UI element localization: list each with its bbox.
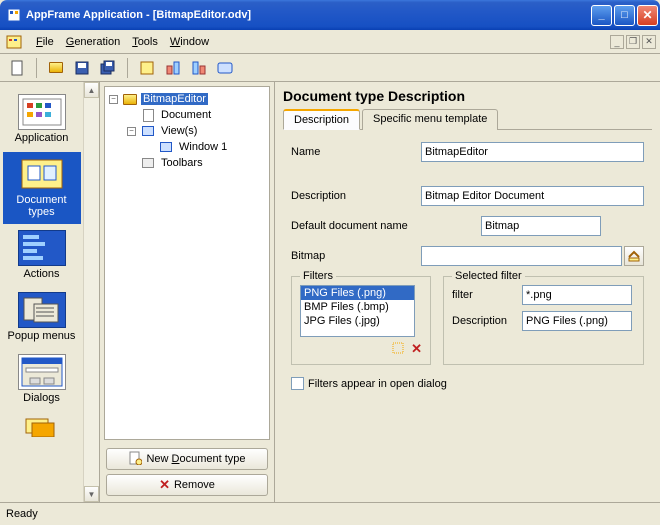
filters-fieldset: Filters PNG Files (.png) BMP Files (.bmp…	[291, 276, 431, 365]
rail-label: Dialogs	[23, 392, 60, 404]
tabs: Description Specific menu template	[283, 108, 652, 130]
wizard2-icon[interactable]	[188, 57, 210, 79]
rail-label: Application	[15, 132, 69, 144]
mdi-restore-button[interactable]: ❐	[626, 35, 640, 49]
rail-item-dialogs[interactable]: Dialogs	[3, 350, 81, 410]
popup-menus-icon	[18, 292, 66, 328]
tree-node-window1[interactable]: Window 1	[109, 139, 265, 155]
workspace: Application Document types Actions Popup…	[0, 82, 660, 502]
application-icon	[18, 94, 66, 130]
maximize-button[interactable]: □	[614, 5, 635, 26]
scroll-up-button[interactable]: ▲	[84, 82, 99, 98]
default-doc-name-label: Default document name	[291, 220, 481, 232]
tab-specific-menu[interactable]: Specific menu template	[362, 109, 498, 130]
statusbar: Ready	[0, 502, 660, 524]
rail-item-actions[interactable]: Actions	[3, 226, 81, 286]
tree-panel: − BitmapEditor Document − View(s) Window…	[100, 82, 275, 502]
scroll-down-button[interactable]: ▼	[84, 486, 99, 502]
properties-panel: Document type Description Description Sp…	[275, 82, 660, 502]
toolbars-icon	[140, 156, 156, 170]
rail-label: Document types	[5, 194, 79, 218]
app-icon	[6, 7, 22, 23]
bitmap-label: Bitmap	[291, 250, 421, 262]
titlebar: AppFrame Application - [BitmapEditor.odv…	[0, 0, 660, 30]
rail-label: Actions	[23, 268, 59, 280]
rail-item-application[interactable]: Application	[3, 90, 81, 150]
tree-node-document[interactable]: Document	[109, 107, 265, 123]
collapse-icon[interactable]: −	[109, 95, 118, 104]
browse-bitmap-button[interactable]	[624, 246, 644, 266]
filter-label: filter	[452, 289, 522, 301]
name-label: Name	[291, 146, 421, 158]
new-icon	[128, 451, 142, 468]
toolbar	[0, 54, 660, 82]
filters-appear-label: Filters appear in open dialog	[308, 378, 447, 390]
description-input[interactable]	[421, 186, 644, 206]
new-file-icon[interactable]	[6, 57, 28, 79]
document-types-icon	[18, 156, 66, 192]
menu-file[interactable]: File	[30, 34, 60, 50]
saveall-icon[interactable]	[97, 57, 119, 79]
tree-node-views[interactable]: − View(s)	[109, 123, 265, 139]
filters-appear-checkbox[interactable]	[291, 377, 304, 390]
remove-filter-button[interactable]: ✕	[411, 341, 422, 358]
save-icon[interactable]	[71, 57, 93, 79]
delete-icon: ✕	[159, 477, 170, 493]
add-filter-button[interactable]	[391, 341, 405, 358]
filter-description-input[interactable]	[522, 311, 632, 331]
collapse-icon[interactable]: −	[127, 127, 136, 136]
panel-title: Document type Description	[283, 88, 652, 104]
document-icon	[140, 108, 156, 122]
generate-icon[interactable]	[136, 57, 158, 79]
mdi-system-icon[interactable]	[4, 32, 24, 52]
window-icon	[158, 140, 174, 154]
filter-description-label: Description	[452, 315, 522, 327]
description-label: Description	[291, 190, 421, 202]
selected-filter-legend: Selected filter	[452, 270, 525, 282]
filter-pattern-input[interactable]	[522, 285, 632, 305]
views-icon	[140, 124, 156, 138]
remove-button[interactable]: ✕ Remove	[106, 474, 268, 496]
menubar: File Generation Tools Window _ ❐ ✕	[0, 30, 660, 54]
menu-generation[interactable]: Generation	[60, 34, 126, 50]
folders-icon	[18, 417, 66, 437]
rail-scrollbar[interactable]: ▲ ▼	[83, 82, 99, 502]
left-navigation: Application Document types Actions Popup…	[0, 82, 100, 502]
tree-node-toolbars[interactable]: Toolbars	[109, 155, 265, 171]
actions-icon	[18, 230, 66, 266]
status-text: Ready	[6, 508, 38, 520]
new-document-type-button[interactable]: New Document type	[106, 448, 268, 470]
dialogs-icon	[18, 354, 66, 390]
open-icon[interactable]	[45, 57, 67, 79]
default-doc-name-input[interactable]	[481, 216, 601, 236]
close-button[interactable]: ✕	[637, 5, 658, 26]
minimize-button[interactable]: _	[591, 5, 612, 26]
name-input[interactable]	[421, 142, 644, 162]
selected-filter-fieldset: Selected filter filter Description	[443, 276, 644, 365]
rail-label: Popup menus	[8, 330, 76, 342]
rail-item-popup-menus[interactable]: Popup menus	[3, 288, 81, 348]
list-item[interactable]: BMP Files (.bmp)	[301, 300, 414, 314]
rail-item-more[interactable]	[3, 413, 81, 439]
folder-icon	[122, 92, 138, 106]
bitmap-input[interactable]	[421, 246, 622, 266]
list-item[interactable]: JPG Files (.jpg)	[301, 314, 414, 328]
rail-item-document-types[interactable]: Document types	[3, 152, 81, 224]
menu-tools[interactable]: Tools	[126, 34, 164, 50]
preview-icon[interactable]	[214, 57, 236, 79]
menu-window[interactable]: Window	[164, 34, 215, 50]
filters-legend: Filters	[300, 270, 336, 282]
window-title: AppFrame Application - [BitmapEditor.odv…	[26, 9, 591, 21]
mdi-close-button[interactable]: ✕	[642, 35, 656, 49]
tree-node-root[interactable]: − BitmapEditor	[109, 91, 265, 107]
tab-description[interactable]: Description	[283, 109, 360, 130]
filters-listbox[interactable]: PNG Files (.png) BMP Files (.bmp) JPG Fi…	[300, 285, 415, 337]
wizard1-icon[interactable]	[162, 57, 184, 79]
document-tree[interactable]: − BitmapEditor Document − View(s) Window…	[104, 86, 270, 440]
list-item[interactable]: PNG Files (.png)	[301, 286, 414, 300]
mdi-minimize-button[interactable]: _	[610, 35, 624, 49]
